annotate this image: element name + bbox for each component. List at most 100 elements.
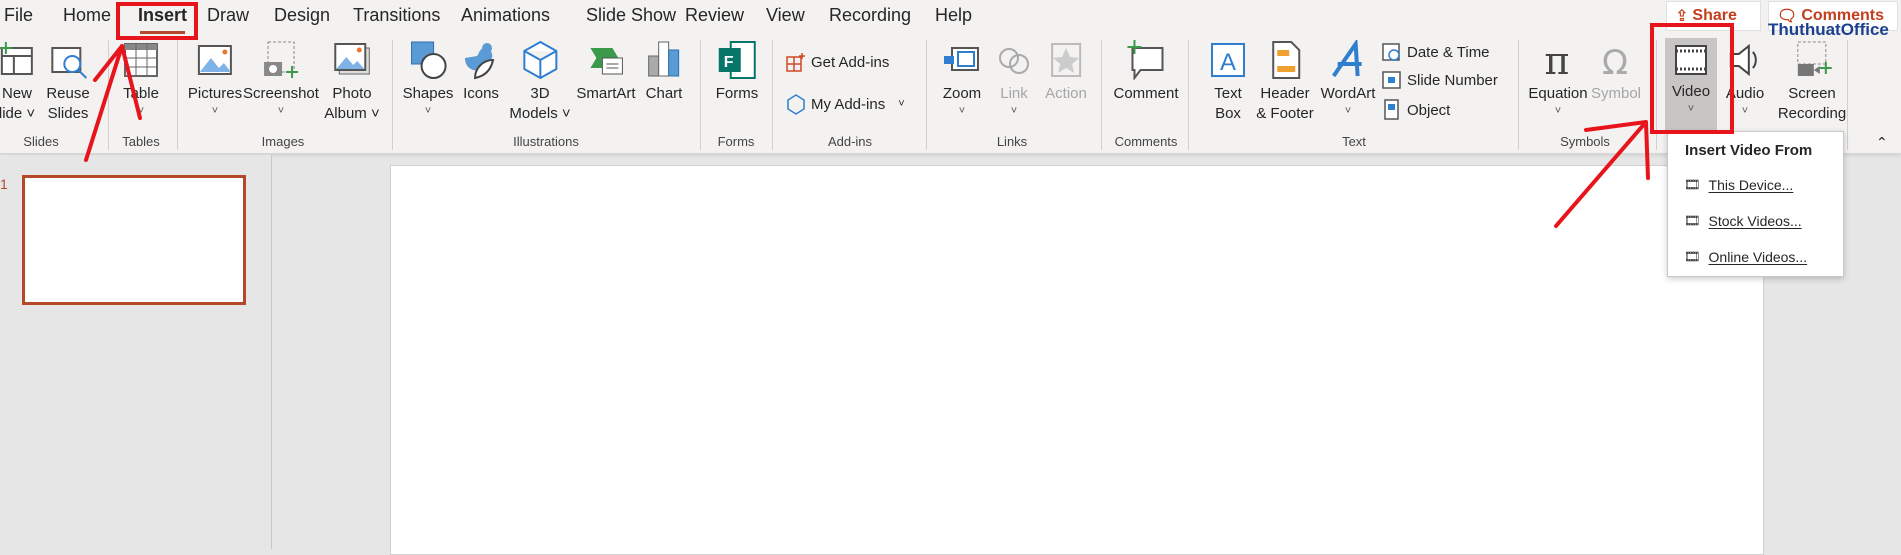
forms-icon: F <box>719 41 756 79</box>
slide-number-button[interactable]: Slide Number <box>1382 70 1498 90</box>
chevron-down-icon: ˅ <box>898 98 905 110</box>
zoom-icon <box>944 47 979 71</box>
group-label-images: Images <box>261 134 305 149</box>
icons-icon <box>465 43 495 80</box>
new-comment-icon <box>1127 40 1163 80</box>
text-box-button[interactable]: A Text Box <box>1208 40 1248 124</box>
reuse-slides-button[interactable]: Reuse Slides <box>46 40 90 124</box>
date-time-button[interactable]: Date & Time <box>1382 42 1490 62</box>
link-icon <box>999 48 1029 74</box>
symbol-button[interactable]: Ω Symbol <box>1591 40 1641 104</box>
header-footer-button[interactable]: Header & Footer <box>1256 40 1314 124</box>
chart-icon <box>648 41 680 77</box>
screenshot-button[interactable]: Screenshot ˅ <box>243 40 319 118</box>
tab-file[interactable]: File <box>4 5 33 26</box>
tab-recording[interactable]: Recording <box>829 5 911 26</box>
insert-video-menu: Insert Video From 🎞 This Device... 🎞 Stock… <box>1667 131 1844 277</box>
pi-icon: π <box>1544 40 1569 80</box>
action-button[interactable]: Action <box>1045 40 1087 104</box>
slide-number-icon <box>1382 71 1401 89</box>
cube-icon <box>522 40 557 80</box>
group-divider <box>1188 40 1189 150</box>
tab-draw[interactable]: Draw <box>207 5 249 26</box>
wordart-button[interactable]: WordArt ˅ <box>1321 40 1375 118</box>
table-button[interactable]: Table ˅ <box>123 40 159 118</box>
svg-text:F: F <box>724 54 734 71</box>
slide-number-label: 1 <box>0 176 8 192</box>
screen-recording-icon <box>1797 41 1832 76</box>
watermark-logo: ThuthuatOffice <box>1768 20 1889 39</box>
shapes-button[interactable]: Shapes ˅ <box>403 40 453 118</box>
star-icon <box>1050 43 1081 77</box>
svg-text:A: A <box>1220 49 1236 76</box>
object-button[interactable]: Object <box>1382 99 1450 121</box>
zoom-button[interactable]: Zoom ˅ <box>942 40 982 118</box>
screen-recording-button[interactable]: Screen Recording <box>1778 40 1846 124</box>
shapes-icon <box>411 41 447 79</box>
photo-album-icon <box>333 43 370 75</box>
group-divider <box>926 40 927 150</box>
menu-item-stock-videos[interactable]: 🎞 Stock Videos... <box>1684 213 1802 229</box>
tab-design[interactable]: Design <box>274 5 330 26</box>
menu-item-online-videos[interactable]: 🎞 Online Videos... <box>1684 249 1807 265</box>
collapse-ribbon-icon[interactable]: ⌃ <box>1876 134 1888 151</box>
photo-album-button[interactable]: Photo Album ˅ <box>324 40 380 124</box>
stock-video-icon: 🎞 <box>1684 213 1701 228</box>
menu-header: Insert Video From <box>1685 142 1813 159</box>
tab-animations[interactable]: Animations <box>461 5 550 26</box>
group-divider <box>1101 40 1102 150</box>
group-divider <box>108 40 109 150</box>
group-label-links: Links <box>996 134 1028 149</box>
icons-button[interactable]: Icons <box>461 40 501 104</box>
group-label-slides: Slides <box>23 134 59 149</box>
reuse-slides-icon <box>50 47 87 79</box>
tab-view[interactable]: View <box>766 5 805 26</box>
annotation-box-insert <box>116 2 198 40</box>
group-divider <box>392 40 393 150</box>
group-label-addins: Add-ins <box>827 134 873 149</box>
get-addins-button[interactable]: Get Add-ins <box>786 52 889 72</box>
slide-thumbnail[interactable] <box>22 175 246 305</box>
ribbon-tabs: File Home Insert Draw Design Transitions… <box>0 0 1901 36</box>
tab-transitions[interactable]: Transitions <box>353 5 440 26</box>
3d-models-button[interactable]: 3D Models ˅ <box>509 40 571 124</box>
group-divider <box>1847 40 1848 150</box>
header-footer-icon <box>1272 41 1300 79</box>
smartart-button[interactable]: SmartArt <box>576 40 636 104</box>
group-divider <box>177 40 178 150</box>
forms-button[interactable]: F Forms <box>716 40 758 104</box>
addins-icon <box>787 94 805 115</box>
calendar-icon <box>1382 43 1400 61</box>
chart-button[interactable]: Chart <box>646 40 682 104</box>
link-button[interactable]: Link ˅ <box>994 40 1034 118</box>
pictures-button[interactable]: Pictures ˅ <box>188 40 242 118</box>
group-label-symbols: Symbols <box>1560 134 1610 149</box>
device-video-icon: 🎞 <box>1684 177 1701 192</box>
omega-icon: Ω <box>1602 43 1628 80</box>
table-icon <box>124 43 158 77</box>
menu-item-this-device[interactable]: 🎞 This Device... <box>1684 177 1793 193</box>
slide-canvas[interactable] <box>390 165 1764 555</box>
svg-text:π: π <box>1544 40 1569 80</box>
group-divider <box>700 40 701 150</box>
tab-slide-show[interactable]: Slide Show <box>586 5 676 26</box>
pictures-icon <box>198 45 232 75</box>
group-label-forms: Forms <box>717 134 755 149</box>
screenshot-icon <box>263 41 298 78</box>
svg-text:Ω: Ω <box>1602 43 1628 80</box>
annotation-box-video <box>1650 23 1734 134</box>
smartart-icon <box>590 48 623 75</box>
new-slide-button[interactable]: New lide ˅ <box>0 40 35 124</box>
group-divider <box>1518 40 1519 150</box>
group-label-text: Text <box>1342 134 1366 149</box>
group-label-tables: Tables <box>122 134 160 149</box>
my-addins-button[interactable]: My Add-ins ˅ <box>786 93 905 115</box>
tab-home[interactable]: Home <box>63 5 111 26</box>
equation-button[interactable]: π Equation ˅ <box>1528 40 1587 118</box>
group-label-illustrations: Illustrations <box>513 134 579 149</box>
object-icon <box>1384 99 1399 120</box>
comment-button[interactable]: Comment <box>1113 40 1179 104</box>
tab-help[interactable]: Help <box>935 5 972 26</box>
tab-review[interactable]: Review <box>685 5 744 26</box>
text-box-icon: A <box>1211 43 1245 77</box>
